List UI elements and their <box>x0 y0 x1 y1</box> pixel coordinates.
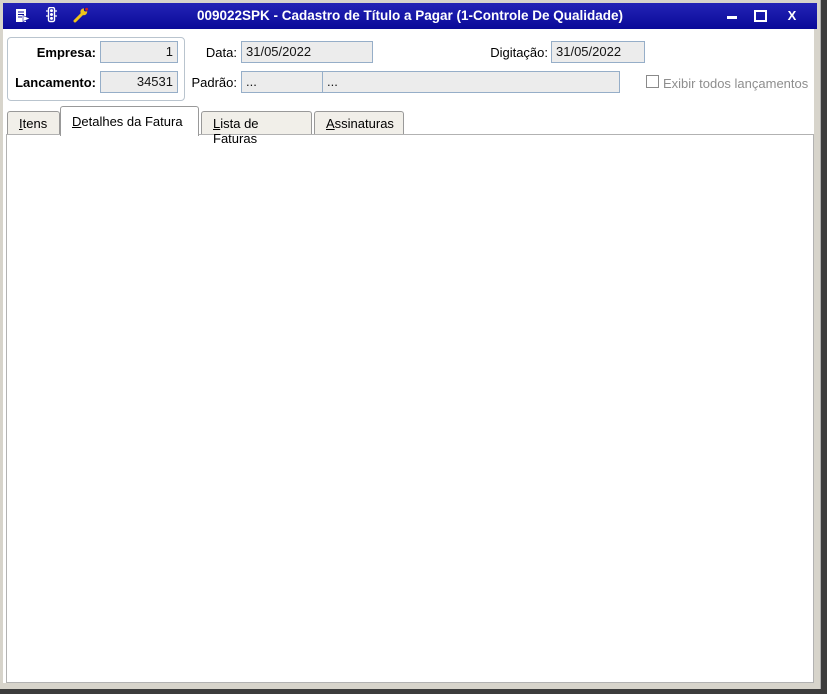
empresa-field[interactable]: 1 <box>100 41 178 63</box>
lancamento-field[interactable]: 34531 <box>100 71 178 93</box>
digitacao-label: Digitação: <box>478 45 548 60</box>
padrao-label: Padrão: <box>186 75 237 90</box>
lancamento-label: Lancamento: <box>5 75 96 90</box>
padrao-desc-field[interactable]: ... <box>322 71 620 93</box>
close-button[interactable]: X <box>781 7 803 25</box>
minimize-icon <box>727 16 737 19</box>
tab-assinaturas[interactable]: Assinaturas <box>314 111 404 134</box>
tab-content-panel <box>6 134 814 683</box>
window-title: 009022SPK - Cadastro de Título a Pagar (… <box>3 8 817 23</box>
screen: { "titlebar": { "title": "009022SPK - Ca… <box>0 0 827 694</box>
minimize-button[interactable] <box>721 7 743 25</box>
maximize-button[interactable] <box>749 7 771 25</box>
data-field[interactable]: 31/05/2022 <box>241 41 373 63</box>
titlebar: 009022SPK - Cadastro de Título a Pagar (… <box>3 3 817 29</box>
app-window: 009022SPK - Cadastro de Título a Pagar (… <box>0 0 821 689</box>
padrao-code-field[interactable]: ... <box>241 71 323 93</box>
exibir-checkbox[interactable] <box>646 75 659 88</box>
tab-itens[interactable]: Itens <box>7 111 60 134</box>
tab-lista-de-faturas[interactable]: Lista de Faturas <box>201 111 312 134</box>
data-label: Data: <box>186 45 237 60</box>
empresa-label: Empresa: <box>8 45 96 60</box>
maximize-icon <box>754 10 767 22</box>
exibir-label: Exibir todos lançamentos <box>663 76 808 91</box>
tab-detalhes-da-fatura[interactable]: Detalhes da Fatura <box>60 106 199 136</box>
digitacao-field[interactable]: 31/05/2022 <box>551 41 645 63</box>
